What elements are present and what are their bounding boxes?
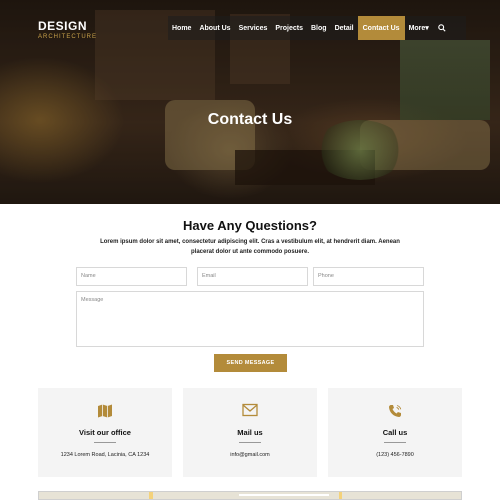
message-field[interactable]: Message <box>76 291 424 347</box>
card-divider <box>384 442 406 443</box>
location-map[interactable] <box>38 491 462 500</box>
name-field[interactable]: Name <box>76 267 187 286</box>
card-value: info@gmail.com <box>230 452 270 458</box>
phone-field[interactable]: Phone <box>313 267 424 286</box>
nav-contact-us[interactable]: Contact Us <box>357 16 405 40</box>
search-icon[interactable] <box>433 16 451 40</box>
section-title: Have Any Questions? <box>183 218 317 233</box>
mail-card: Mail us info@gmail.com <box>183 388 317 477</box>
card-value: 1234 Lorem Road, Lacinia, CA 1234 <box>60 452 150 458</box>
name-placeholder: Name <box>81 273 96 279</box>
nav-detail[interactable]: Detail <box>331 16 358 40</box>
nav-projects[interactable]: Projects <box>271 16 307 40</box>
card-title: Visit our office <box>79 428 131 437</box>
card-value: (123) 456-7890 <box>376 452 414 458</box>
nav-home[interactable]: Home <box>168 16 195 40</box>
phone-placeholder: Phone <box>318 273 334 279</box>
nav-about-us[interactable]: About Us <box>195 16 234 40</box>
nav-more[interactable]: More▾ <box>405 16 433 40</box>
page-title: Contact Us <box>207 111 293 128</box>
logo-subtitle: ARCHITECTURE <box>38 34 98 40</box>
phone-icon <box>328 403 462 419</box>
card-divider <box>94 442 116 443</box>
map-icon <box>38 403 172 419</box>
card-divider <box>239 442 261 443</box>
call-card: Call us (123) 456-7890 <box>328 388 462 477</box>
nav-blog[interactable]: Blog <box>307 16 331 40</box>
email-field[interactable]: Email <box>197 267 308 286</box>
email-placeholder: Email <box>202 273 216 279</box>
message-placeholder: Message <box>81 297 104 303</box>
send-message-button[interactable]: SEND MESSAGE <box>214 354 287 372</box>
office-card: Visit our office 1234 Lorem Road, Lacini… <box>38 388 172 477</box>
main-nav: Home About Us Services Projects Blog Det… <box>168 16 466 40</box>
section-description: Lorem ipsum dolor sit amet, consectetur … <box>100 239 400 255</box>
logo-title: DESIGN <box>38 19 88 33</box>
card-title: Call us <box>382 428 408 437</box>
mail-icon <box>183 403 317 417</box>
logo[interactable]: DESIGN ARCHITECTURE <box>38 19 97 40</box>
card-title: Mail us <box>237 428 263 437</box>
nav-services[interactable]: Services <box>235 16 272 40</box>
